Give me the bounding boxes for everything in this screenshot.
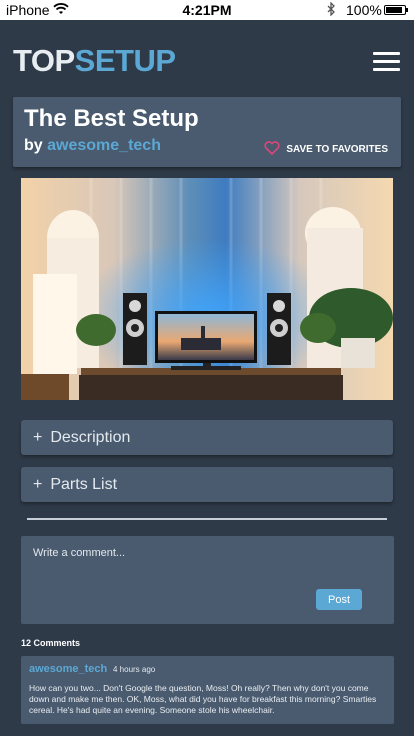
description-accordion[interactable]: + Description: [21, 420, 393, 455]
save-to-favorites-button[interactable]: SAVE TO FAVORITES: [264, 141, 388, 158]
byline-prefix: by: [24, 137, 43, 154]
post-button[interactable]: Post: [316, 589, 362, 610]
plus-icon: +: [33, 428, 43, 446]
status-bar: iPhone 4:21PM 100%: [0, 0, 414, 20]
menu-icon[interactable]: [373, 52, 400, 72]
comment-body: How can you two... Don't Google the ques…: [29, 683, 377, 715]
parts-list-accordion[interactable]: + Parts List: [21, 467, 393, 502]
byline: by awesome_tech: [24, 137, 161, 155]
comment-input[interactable]: [21, 536, 394, 596]
comment-author[interactable]: awesome_tech: [29, 663, 107, 675]
plus-icon: +: [33, 475, 43, 493]
page-title: The Best Setup: [24, 105, 199, 132]
brand-setup: SETUP: [74, 43, 176, 78]
divider: [27, 518, 387, 520]
description-label: Description: [50, 428, 131, 446]
save-to-favorites-label: SAVE TO FAVORITES: [286, 144, 388, 155]
author-link[interactable]: awesome_tech: [47, 137, 161, 154]
comment-count: 12 Comments: [21, 638, 81, 648]
heart-icon: [264, 141, 280, 158]
parts-list-label: Parts List: [50, 475, 118, 493]
brand-logo[interactable]: TOPSETUP: [13, 43, 176, 79]
battery-percent: 100%: [346, 2, 382, 18]
comment-item: awesome_tech 4 hours ago How can you two…: [21, 656, 394, 724]
comment-timestamp: 4 hours ago: [113, 665, 156, 674]
comment-form: [21, 536, 394, 624]
setup-header-card: The Best Setup by awesome_tech SAVE TO F…: [13, 97, 401, 167]
brand-top: TOP: [13, 43, 75, 78]
battery-icon: [384, 5, 408, 15]
bluetooth-icon: [326, 1, 336, 19]
setup-photo: [21, 178, 393, 400]
